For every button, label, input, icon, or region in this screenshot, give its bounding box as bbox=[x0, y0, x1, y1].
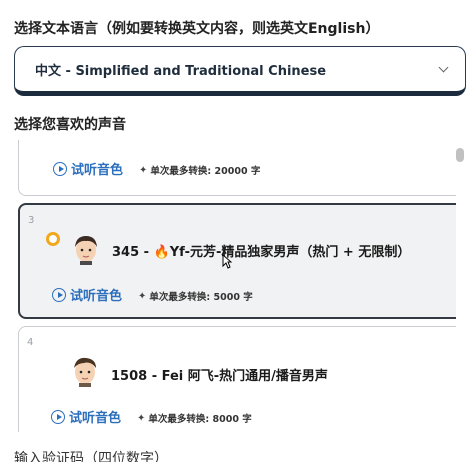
play-icon bbox=[51, 409, 65, 424]
max-conversion-text: 单次最多转换: 8000 字 bbox=[148, 414, 252, 425]
listen-label: 试听音色 bbox=[71, 163, 124, 178]
max-conversion-text: 单次最多转换: 5000 字 bbox=[149, 292, 253, 303]
voice-settings-form: 选择文本语言（例如要转换英文内容，则选英文English） 中文 - Simpl… bbox=[0, 0, 470, 462]
mouse-cursor-icon bbox=[222, 254, 232, 269]
scroll-thumb[interactable] bbox=[456, 148, 464, 162]
sparkle-icon: ✦ bbox=[137, 412, 146, 424]
voice-label: 选择您喜欢的声音 bbox=[14, 117, 126, 133]
max-conversion-text: 单次最多转换: 20000 字 bbox=[150, 166, 261, 177]
captcha-label: 输入验证码（四位数字） bbox=[14, 451, 168, 462]
listen-label: 试听音色 bbox=[69, 411, 122, 426]
voice-name: 345 - 🔥Yf-元芳-精品独家男声（热门 + 无限制） bbox=[112, 245, 411, 260]
voice-list[interactable]: 试听音色 ✦ 单次最多转换: 20000 字 3 345 - 🔥Yf-元芳-精品… bbox=[14, 140, 456, 432]
language-label: 选择文本语言（例如要转换英文内容，则选英文English） bbox=[14, 21, 380, 37]
listen-button[interactable]: 试听音色 bbox=[52, 285, 122, 304]
language-select[interactable]: 中文 - Simplified and Traditional Chinese bbox=[14, 46, 466, 96]
play-icon bbox=[52, 287, 66, 302]
voice-name: 1508 - Fei 阿飞-热门通用/播音男声 bbox=[111, 369, 328, 384]
radio-selected-icon[interactable] bbox=[46, 232, 60, 246]
listen-button[interactable]: 试听音色 bbox=[51, 407, 121, 426]
listen-button[interactable]: 试听音色 bbox=[53, 159, 123, 178]
voice-list-scrollbar[interactable] bbox=[455, 140, 465, 432]
listen-label: 试听音色 bbox=[70, 289, 123, 304]
max-conversion: ✦ 单次最多转换: 8000 字 bbox=[137, 411, 252, 426]
play-icon bbox=[53, 161, 67, 176]
voice-card[interactable]: 4 1508 - Fei 阿飞-热门通用/播音男声 试听音色 ✦ 单次最多转换:… bbox=[18, 326, 456, 432]
sparkle-icon: ✦ bbox=[138, 290, 147, 302]
chevron-down-icon bbox=[438, 62, 449, 72]
sparkle-icon: ✦ bbox=[139, 164, 148, 176]
voice-card-selected[interactable]: 3 345 - 🔥Yf-元芳-精品独家男声（热门 + 无限制） 试听音色 ✦ 单… bbox=[18, 203, 456, 319]
avatar-icon bbox=[74, 357, 96, 387]
avatar-icon bbox=[75, 236, 97, 265]
card-index: 3 bbox=[28, 215, 35, 226]
language-selected-value: 中文 - Simplified and Traditional Chinese bbox=[35, 63, 327, 79]
max-conversion: ✦ 单次最多转换: 20000 字 bbox=[139, 163, 261, 178]
voice-card[interactable]: 试听音色 ✦ 单次最多转换: 20000 字 bbox=[18, 140, 456, 196]
max-conversion: ✦ 单次最多转换: 5000 字 bbox=[138, 289, 253, 304]
card-index: 4 bbox=[27, 337, 34, 348]
